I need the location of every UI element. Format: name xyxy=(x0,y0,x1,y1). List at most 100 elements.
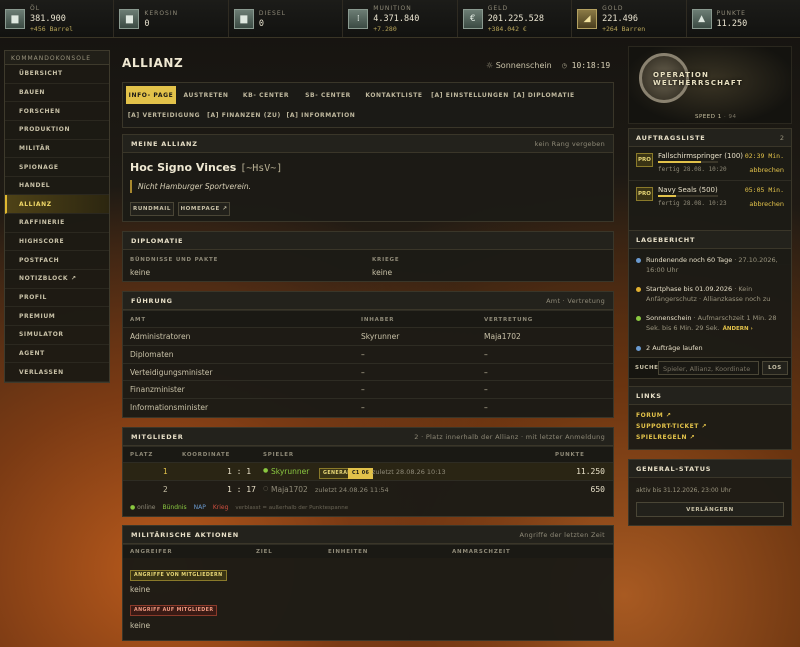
member-points: 11.250 xyxy=(576,467,605,476)
leadership-note: Amt · Vertretung xyxy=(546,296,605,305)
homepage-button[interactable]: HOMEPAGE ↗ xyxy=(178,202,230,216)
report-title: LAGEBERICHT xyxy=(636,235,696,244)
report-text: Sonnenschein · Aufmarschzeit 1 Min. 28 S… xyxy=(646,313,786,334)
logo-text: OPERATION WELTHERRSCHAFT xyxy=(653,71,743,87)
resource-value: 11.250 xyxy=(716,18,748,29)
alliance-name-text: Hoc Signo Vinces xyxy=(130,161,237,174)
member-name[interactable]: Skyrunner xyxy=(271,467,309,476)
member-last-login: zuletzt 28.08.26 10:13 xyxy=(372,468,446,476)
military-col-header: ANMARSCHZEIT xyxy=(452,549,511,555)
sidebar-item-8[interactable]: Raffinerie xyxy=(5,214,109,233)
external-link-2[interactable]: SPIELREGELN ↗ xyxy=(636,434,695,441)
resource-2: ▆ DIESEL 0 xyxy=(229,0,344,37)
online-status-icon: ○ xyxy=(263,485,269,492)
legend-online: ● online xyxy=(130,504,156,511)
military-title: MILITÄRISCHE AKTIONEN xyxy=(131,530,239,539)
tab-2[interactable]: KB- CENTER xyxy=(236,86,296,104)
resource-label: PUNKTE xyxy=(716,9,746,17)
rank-note: kein Rang vergeben xyxy=(534,139,605,148)
tab-8[interactable]: [A] FINANZEN (ZU) xyxy=(206,106,282,124)
order-cancel-link[interactable]: abbrechen xyxy=(749,200,784,208)
report-headline: Rundenende noch 60 Tage xyxy=(646,256,733,264)
resource-label: GELD xyxy=(487,4,509,12)
tab-6[interactable]: [A] DIPLOMATIE xyxy=(513,86,575,104)
search-label: SUCHE xyxy=(635,365,659,371)
report-headline: Startphase bis 01.09.2026 xyxy=(646,285,733,293)
rundmail-button[interactable]: RUNDMAIL xyxy=(130,202,174,216)
leadership-cell: Administratoren xyxy=(130,332,191,341)
sidebar-item-12[interactable]: Profil xyxy=(5,289,109,308)
leadership-col-header: VERTRETUNG xyxy=(484,317,534,323)
resource-text: PUNKTE 11.250 xyxy=(717,9,748,29)
tab-5[interactable]: [A] EINSTELLUNGEN xyxy=(429,86,511,104)
sidebar-item-0[interactable]: Übersicht xyxy=(5,65,109,84)
sun-icon: ☼ xyxy=(486,61,496,70)
resource-text: GELD 201.225.528 +384.042 € xyxy=(488,4,544,34)
members-header-row: PLATZ KOORDINATE SPIELER PUNKTE xyxy=(123,446,613,462)
sidebar-item-13[interactable]: Premium xyxy=(5,307,109,326)
leadership-cell: Diplomaten xyxy=(130,349,174,359)
order-item: PRO Navy Seals (500) 05:05 Min. fertig 28.0… xyxy=(629,180,791,213)
weather-status: ☼ Sonnenschein xyxy=(486,61,552,70)
resource-value: 201.225.528 xyxy=(487,13,544,24)
external-link-0[interactable]: FORUM ↗ xyxy=(636,412,671,419)
points-icon: ▲ xyxy=(691,8,712,29)
change-weather-link[interactable]: ÄNDERN › xyxy=(723,326,753,332)
pacts-header: BÜNDNISSE UND PAKTE xyxy=(130,257,219,263)
external-link-1[interactable]: SUPPORT-TICKET ↗ xyxy=(636,423,707,430)
order-progress-fill xyxy=(658,195,676,197)
sidebar-item-3[interactable]: Produktion xyxy=(5,121,109,140)
sidebar-item-1[interactable]: Bauen xyxy=(5,84,109,103)
members-col-header: PLATZ xyxy=(130,452,154,458)
extend-button[interactable]: VERLÄNGERN xyxy=(636,502,784,517)
status-dot-icon xyxy=(636,346,641,351)
order-type-badge: PRO xyxy=(636,153,653,167)
sidebar-item-14[interactable]: Simulator xyxy=(5,326,109,345)
military-col-header: EINHEITEN xyxy=(328,549,369,555)
leadership-cell: – xyxy=(484,367,488,377)
member-rank: 2 xyxy=(163,485,168,494)
tab-7[interactable]: [A] VERTEIDIGUNG xyxy=(126,106,202,124)
sidebar-item-6[interactable]: Handel xyxy=(5,177,109,196)
tab-1[interactable]: AUSTRETEN xyxy=(179,86,233,104)
tab-9[interactable]: [A] INFORMATION xyxy=(286,106,356,124)
tab-0[interactable]: INFO- PAGE xyxy=(126,86,176,104)
resource-label: KEROSIN xyxy=(144,9,179,17)
sidebar-item-15[interactable]: Agent xyxy=(5,345,109,364)
member-row[interactable]: 2 1 : 17 ○ Maja1702 zuletzt 24.08.26 11:54 65… xyxy=(123,480,613,498)
attacks-on-members-value: keine xyxy=(130,621,151,630)
sidebar-item-4[interactable]: Militär xyxy=(5,140,109,159)
search-go-button[interactable]: LOS xyxy=(762,361,788,375)
sidebar-item-5[interactable]: Spionage xyxy=(5,158,109,177)
status-dot-icon xyxy=(636,316,641,321)
member-row[interactable]: 11 : 1 ● Skyrunner GENERAL C1 06 zuletzt 28.0… xyxy=(123,462,613,480)
sidebar-item-2[interactable]: Forschen xyxy=(5,102,109,121)
search-panel: SUCHE Spieler, Allianz, Koordinate LOS xyxy=(628,357,792,379)
resource-6: ▲ PUNKTE 11.250 xyxy=(687,0,800,37)
leadership-col-header: INHABER xyxy=(361,317,395,323)
tab-4[interactable]: KONTAKTLISTE xyxy=(361,86,427,104)
resource-bar: ▆ ÖL 381.900 +456 Barrel ▆ KEROSIN 0 ▆ DIESEL 0 ⁞ M… xyxy=(0,0,800,38)
diplomacy-panel: DIPLOMATIE BÜNDNISSE UND PAKTE KRIEGE ke… xyxy=(122,231,614,282)
resource-income: +264 Barren xyxy=(602,24,646,33)
game-logo: OPERATION WELTHERRSCHAFT SPEED 1 · 94 xyxy=(628,46,792,124)
report-text: Rundenende noch 60 Tage · 27.10.2026, 16… xyxy=(646,255,786,275)
search-input[interactable]: Spieler, Allianz, Koordinate xyxy=(658,361,759,375)
members-panel: MITGLIEDER 2 · Platz innerhalb der Allian… xyxy=(122,427,614,517)
order-cancel-link[interactable]: abbrechen xyxy=(749,166,784,174)
sidebar-item-16[interactable]: Verlassen xyxy=(5,363,109,382)
order-finish-time: fertig 28.08. 10:20 xyxy=(658,166,727,173)
sidebar-item-10[interactable]: Postfach xyxy=(5,251,109,271)
weather-label: Sonnenschein xyxy=(495,61,552,70)
attacks-on-members-tag: ANGRIFF AUF MITGLIEDER xyxy=(130,604,218,616)
legend-nap: NAP xyxy=(193,504,206,511)
legend-ally: Bündnis xyxy=(162,504,187,511)
legend-out-of-range: verblasst = außerhalb der Punktespanne xyxy=(235,504,349,511)
sidebar-item-7[interactable]: Allianz xyxy=(5,195,109,215)
sidebar-item-9[interactable]: Highscore xyxy=(5,233,109,252)
resource-value: 381.900 xyxy=(30,13,66,24)
tab-3[interactable]: SB- CENTER xyxy=(298,86,358,104)
sidebar-item-11[interactable]: Notizblock ↗ xyxy=(5,270,109,289)
member-name[interactable]: Maja1702 xyxy=(271,485,308,494)
resource-4: € GELD 201.225.528 +384.042 € xyxy=(458,0,573,37)
